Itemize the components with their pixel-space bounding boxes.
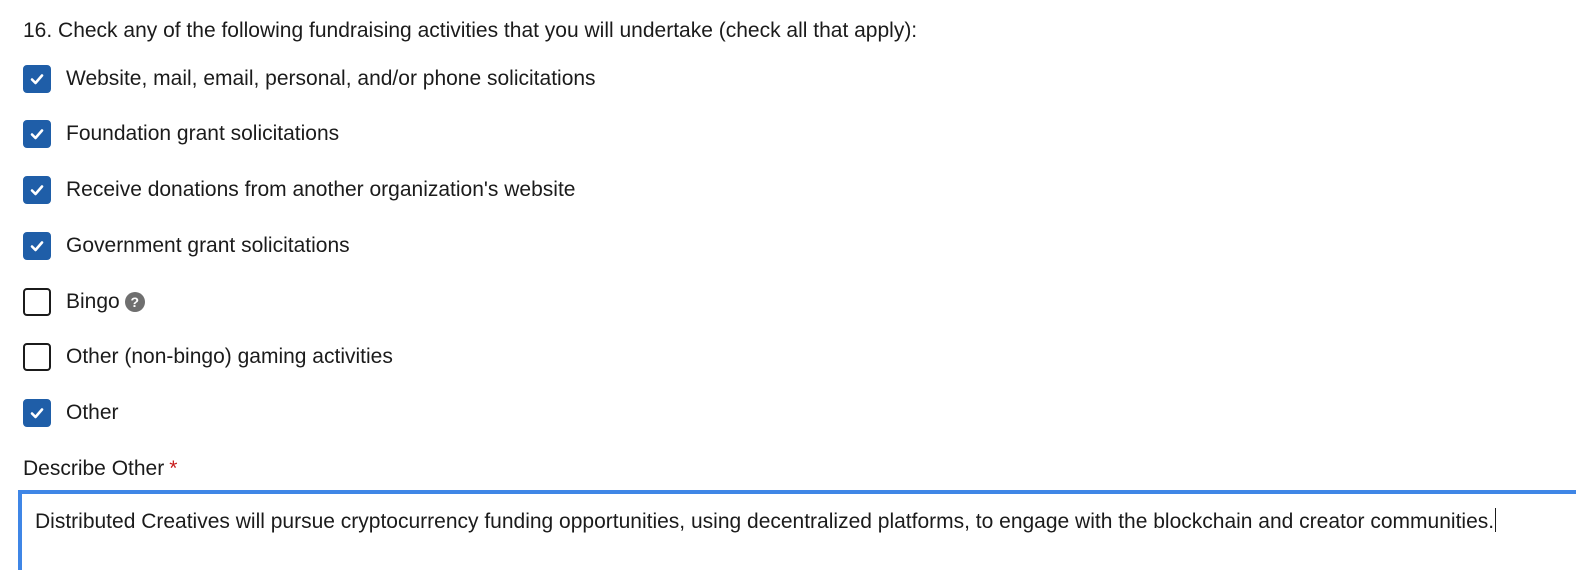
option-label: Website, mail, email, personal, and/or p… [66, 67, 596, 90]
option-other-gaming[interactable]: Other (non-bingo) gaming activities [23, 341, 393, 373]
text-cursor [1495, 508, 1497, 532]
checkmark-icon [30, 74, 44, 85]
checkbox-checked[interactable] [23, 232, 51, 260]
option-label: Government grant solicitations [66, 234, 350, 257]
option-website-solicitations[interactable]: Website, mail, email, personal, and/or p… [23, 63, 596, 95]
option-label: Bingo [66, 290, 120, 313]
option-government-grants[interactable]: Government grant solicitations [23, 230, 350, 262]
checkmark-icon [30, 129, 44, 140]
question-text: 16. Check any of the following fundraisi… [23, 19, 918, 42]
checkmark-icon [30, 241, 44, 252]
option-bingo[interactable]: Bingo ? [23, 286, 145, 318]
checkbox-checked[interactable] [23, 120, 51, 148]
textarea-value: Distributed Creatives will pursue crypto… [35, 510, 1495, 533]
describe-other-label-text: Describe Other [23, 457, 165, 480]
required-marker: * [169, 457, 178, 480]
option-label: Other (non-bingo) gaming activities [66, 345, 393, 368]
option-foundation-grants[interactable]: Foundation grant solicitations [23, 118, 339, 150]
option-other[interactable]: Other [23, 397, 119, 429]
option-label: Receive donations from another organizat… [66, 178, 576, 201]
checkmark-icon [30, 185, 44, 196]
option-label: Foundation grant solicitations [66, 122, 340, 145]
option-receive-donations[interactable]: Receive donations from another organizat… [23, 174, 575, 206]
checkbox-checked[interactable] [23, 65, 51, 93]
checkbox-unchecked[interactable] [23, 343, 51, 371]
describe-other-label: Describe Other * [23, 455, 177, 483]
checkmark-icon [30, 408, 44, 419]
describe-other-textarea[interactable]: Distributed Creatives will pursue crypto… [18, 490, 1576, 570]
checkbox-checked[interactable] [23, 176, 51, 204]
checkbox-unchecked[interactable] [23, 288, 51, 316]
question-circle-icon[interactable]: ? [124, 292, 145, 312]
checkbox-checked[interactable] [23, 399, 51, 427]
textarea-content: Distributed Creatives will pursue crypto… [35, 508, 1497, 536]
option-label: Other [66, 401, 119, 424]
